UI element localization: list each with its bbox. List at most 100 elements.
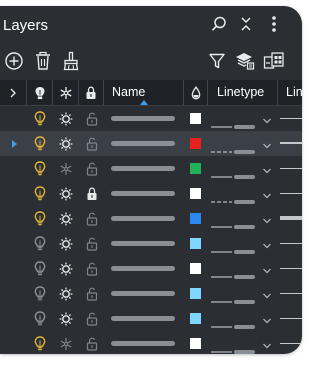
layer-linetype-preview[interactable] xyxy=(211,166,255,179)
lock-open-icon[interactable] xyxy=(79,131,104,156)
layer-linetype-preview[interactable] xyxy=(211,266,255,279)
layer-row[interactable] xyxy=(0,106,302,131)
more-vertical-icon[interactable] xyxy=(262,12,286,36)
lineweight-column-header[interactable]: Lin xyxy=(278,80,302,105)
layer-color-swatch[interactable] xyxy=(190,313,201,324)
layer-lineweight-preview[interactable] xyxy=(280,318,302,319)
layer-name-placeholder[interactable] xyxy=(111,216,175,221)
lock-open-icon[interactable] xyxy=(79,306,104,331)
filter-icon[interactable] xyxy=(204,48,230,74)
chevron-down-icon[interactable] xyxy=(262,338,272,354)
freeze-column-header[interactable] xyxy=(53,80,79,105)
chevron-down-icon[interactable] xyxy=(262,188,272,206)
sun-icon[interactable] xyxy=(53,131,79,156)
layer-row[interactable] xyxy=(0,231,302,256)
lock-open-icon[interactable] xyxy=(79,281,104,306)
expand-column-header[interactable] xyxy=(0,80,27,105)
sun-icon[interactable] xyxy=(53,281,79,306)
color-column-header[interactable] xyxy=(184,80,208,105)
layer-name-placeholder[interactable] xyxy=(111,166,175,171)
layer-lineweight-preview[interactable] xyxy=(280,243,302,244)
bulb-on-icon[interactable] xyxy=(27,331,53,354)
layer-tools-icon[interactable] xyxy=(261,48,287,74)
chevron-down-icon[interactable] xyxy=(262,313,272,331)
snowflake-icon[interactable] xyxy=(53,156,79,181)
layer-color-swatch[interactable] xyxy=(190,188,201,199)
layer-lineweight-preview[interactable] xyxy=(280,142,302,144)
lock-open-icon[interactable] xyxy=(79,156,104,181)
layer-lineweight-preview[interactable] xyxy=(280,193,302,194)
layer-name-placeholder[interactable] xyxy=(111,291,175,296)
layer-linetype-preview[interactable] xyxy=(211,191,255,204)
layer-name-placeholder[interactable] xyxy=(111,141,175,146)
chevron-down-icon[interactable] xyxy=(262,263,272,281)
layer-linetype-preview[interactable] xyxy=(211,316,255,329)
lock-open-icon[interactable] xyxy=(79,256,104,281)
layer-color-swatch[interactable] xyxy=(190,213,201,224)
layer-linetype-preview[interactable] xyxy=(211,141,255,154)
collapse-icon[interactable] xyxy=(234,12,258,36)
layer-color-swatch[interactable] xyxy=(190,138,201,149)
layer-color-swatch[interactable] xyxy=(190,263,201,274)
sun-icon[interactable] xyxy=(53,181,79,206)
layer-color-swatch[interactable] xyxy=(190,163,201,174)
sun-icon[interactable] xyxy=(53,231,79,256)
layer-lineweight-preview[interactable] xyxy=(280,118,302,119)
layer-linetype-preview[interactable] xyxy=(211,241,255,254)
layer-name-placeholder[interactable] xyxy=(111,266,175,271)
layer-row[interactable] xyxy=(0,156,302,181)
layer-linetype-preview[interactable] xyxy=(211,341,255,354)
bulb-off-icon[interactable] xyxy=(27,306,53,331)
lock-open-icon[interactable] xyxy=(79,331,104,354)
layer-row[interactable] xyxy=(0,306,302,331)
add-layer-icon[interactable] xyxy=(1,48,27,74)
layer-color-swatch[interactable] xyxy=(190,288,201,299)
bulb-on-icon[interactable] xyxy=(27,106,53,131)
layer-name-placeholder[interactable] xyxy=(111,191,175,196)
sun-icon[interactable] xyxy=(53,106,79,131)
lock-closed-icon[interactable] xyxy=(79,181,104,206)
layer-row[interactable] xyxy=(0,131,302,156)
layer-color-swatch[interactable] xyxy=(190,238,201,249)
chevron-down-icon[interactable] xyxy=(262,113,272,131)
layer-color-swatch[interactable] xyxy=(190,338,201,349)
layer-lineweight-preview[interactable] xyxy=(280,268,302,269)
purge-broom-icon[interactable] xyxy=(58,48,84,74)
bulb-off-icon[interactable] xyxy=(27,281,53,306)
lock-open-icon[interactable] xyxy=(79,206,104,231)
layer-name-placeholder[interactable] xyxy=(111,316,175,321)
layer-row[interactable] xyxy=(0,206,302,231)
search-icon[interactable] xyxy=(207,12,231,36)
linetype-column-header[interactable]: Linetype xyxy=(208,80,278,105)
layer-states-icon[interactable] xyxy=(232,48,258,74)
chevron-down-icon[interactable] xyxy=(262,163,272,181)
sun-icon[interactable] xyxy=(53,256,79,281)
layer-color-swatch[interactable] xyxy=(190,113,201,124)
chevron-down-icon[interactable] xyxy=(262,138,272,156)
lock-open-icon[interactable] xyxy=(79,106,104,131)
chevron-down-icon[interactable] xyxy=(262,213,272,231)
delete-layer-icon[interactable] xyxy=(30,48,56,74)
layer-row[interactable] xyxy=(0,281,302,306)
lock-column-header[interactable] xyxy=(79,80,104,105)
bulb-on-icon[interactable] xyxy=(27,181,53,206)
chevron-down-icon[interactable] xyxy=(262,288,272,306)
layer-name-placeholder[interactable] xyxy=(111,116,175,121)
layer-lineweight-preview[interactable] xyxy=(280,343,302,344)
lock-open-icon[interactable] xyxy=(79,231,104,256)
layer-row[interactable] xyxy=(0,331,302,354)
bulb-on-icon[interactable] xyxy=(27,206,53,231)
layer-lineweight-preview[interactable] xyxy=(280,216,302,220)
bulb-off-icon[interactable] xyxy=(27,231,53,256)
layer-linetype-preview[interactable] xyxy=(211,116,255,129)
chevron-down-icon[interactable] xyxy=(262,238,272,256)
sun-icon[interactable] xyxy=(53,206,79,231)
bulb-on-icon[interactable] xyxy=(27,156,53,181)
sun-icon[interactable] xyxy=(53,306,79,331)
layer-linetype-preview[interactable] xyxy=(211,216,255,229)
on-column-header[interactable] xyxy=(27,80,53,105)
bulb-on-icon[interactable] xyxy=(27,131,53,156)
layer-row[interactable] xyxy=(0,256,302,281)
layer-lineweight-preview[interactable] xyxy=(280,293,302,294)
layer-row[interactable] xyxy=(0,181,302,206)
